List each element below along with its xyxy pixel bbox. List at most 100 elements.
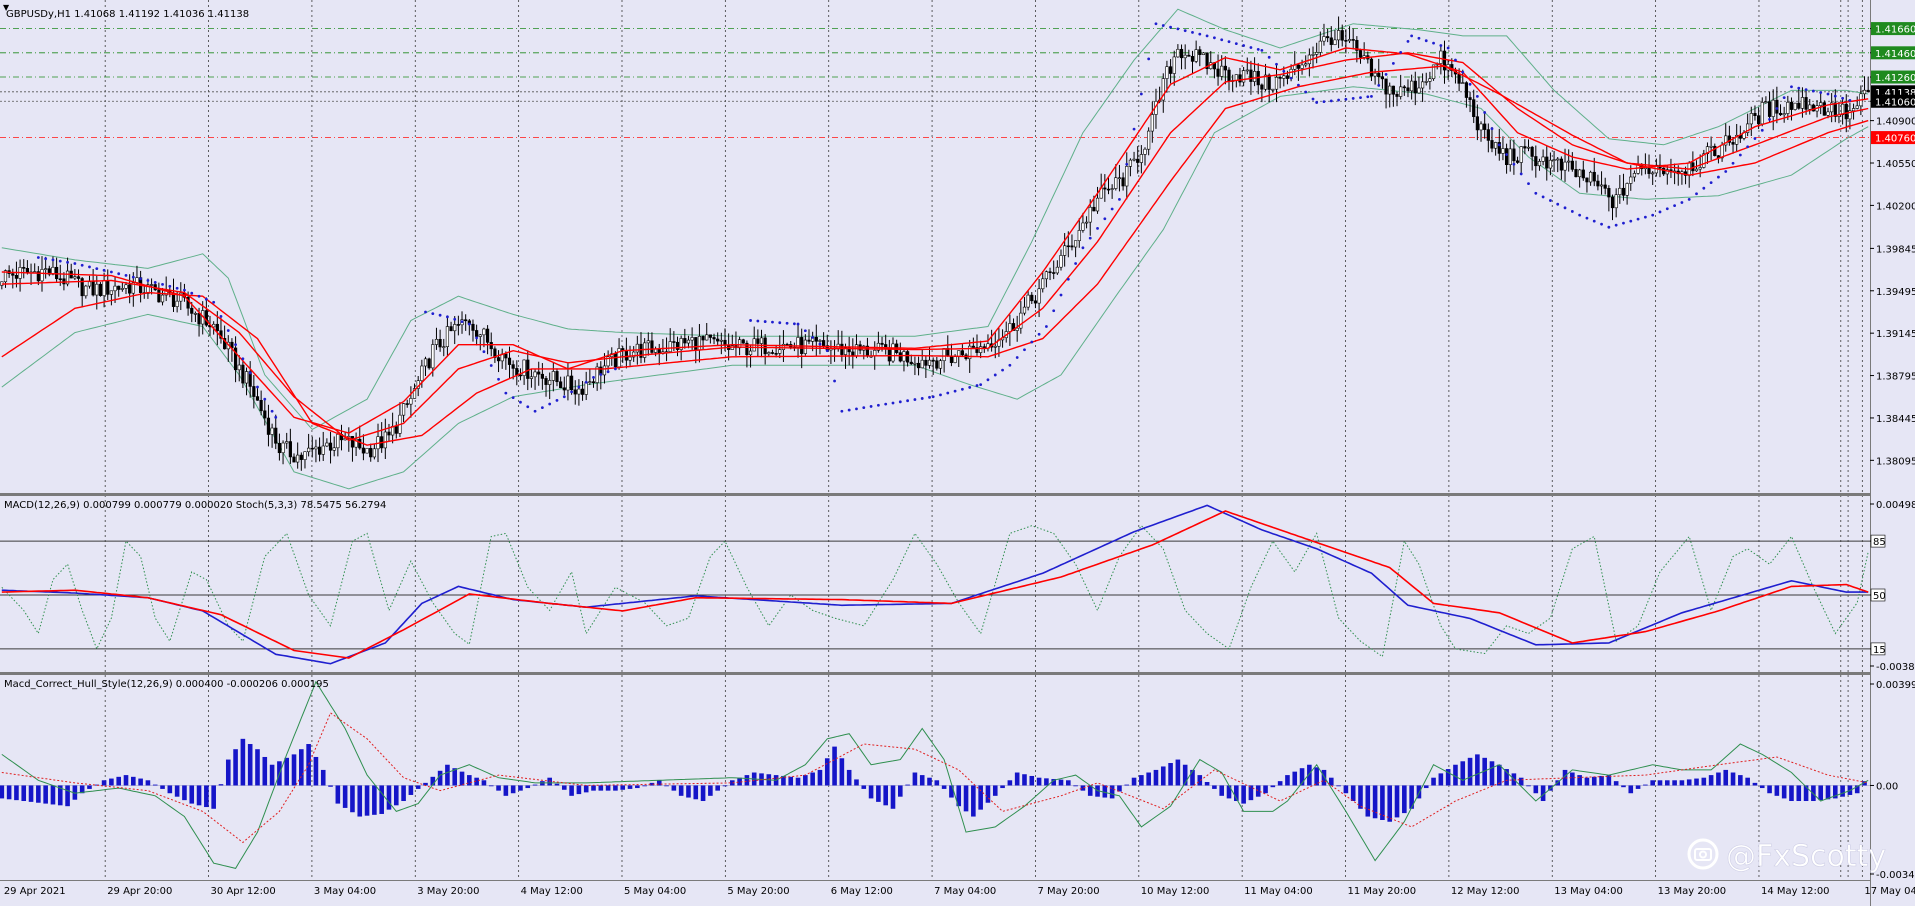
- sar-dot: [526, 405, 530, 409]
- sar-dot: [1724, 170, 1728, 173]
- sar-dot: [1289, 76, 1293, 80]
- sar-dot: [1461, 70, 1465, 74]
- hull-histogram-bar: [1387, 785, 1393, 822]
- hull-histogram-bar: [335, 785, 341, 804]
- price-level-label[interactable]: 1.41060: [1871, 94, 1915, 109]
- sar-dot: [884, 402, 888, 406]
- sar-dot: [577, 385, 581, 389]
- sar-dot: [792, 322, 796, 326]
- sar-dot: [95, 267, 99, 271]
- sar-dot: [1439, 44, 1443, 47]
- hull-title: Macd_Correct_Hull_Style(12,26,9) 0.00040…: [4, 679, 329, 690]
- hull-histogram-bar: [1708, 775, 1714, 786]
- sar-dot: [1811, 89, 1815, 93]
- hull-histogram-bar: [1168, 763, 1173, 786]
- panel-separator-2[interactable]: [0, 672, 1870, 675]
- hull-histogram-bar: [605, 785, 611, 791]
- hull-histogram-bar: [350, 785, 355, 813]
- sar-dot: [1746, 145, 1750, 149]
- sar-dot: [1074, 262, 1078, 265]
- sar-dot: [1848, 98, 1852, 102]
- hull-histogram-bar: [101, 780, 107, 786]
- hull-histogram-bar: [1372, 785, 1378, 819]
- price-level-label[interactable]: 1.40760: [1871, 131, 1915, 145]
- price-level-label[interactable]: 1.41260: [1871, 70, 1915, 85]
- sar-dot: [270, 409, 274, 413]
- candle[interactable]: [1793, 102, 1797, 111]
- hull-histogram-bar: [532, 784, 538, 786]
- sar-dot: [1454, 58, 1457, 62]
- sar-dot: [234, 343, 237, 347]
- hull-histogram-bar: [1029, 775, 1035, 786]
- candle[interactable]: [1822, 100, 1826, 116]
- hull-histogram-bar: [1767, 785, 1772, 794]
- hull-histogram-bar: [1190, 769, 1195, 786]
- price-level-label[interactable]: 1.41460: [1871, 46, 1915, 60]
- time-tick-label: 11 May 04:00: [1244, 886, 1313, 897]
- candle[interactable]: [741, 338, 745, 344]
- time-tick-label: 13 May 20:00: [1658, 886, 1727, 897]
- hull-histogram-bar: [715, 785, 720, 791]
- time-tick-label: 17 May 04:00: [1864, 886, 1915, 897]
- sar-dot: [771, 320, 774, 324]
- sar-dot: [1399, 50, 1403, 54]
- hull-histogram-bar: [620, 785, 626, 790]
- hull-histogram-bar: [1270, 785, 1276, 788]
- sar-dot: [1139, 92, 1143, 96]
- sar-dot: [1359, 96, 1362, 100]
- sar-dot: [1311, 97, 1315, 101]
- sar-dot: [1205, 34, 1209, 38]
- sar-dot: [504, 391, 508, 395]
- hull-histogram-bar: [686, 785, 691, 798]
- hull-histogram-bar: [671, 785, 677, 791]
- sar-dot: [263, 397, 267, 401]
- hull-histogram-bar: [1139, 775, 1144, 786]
- candle[interactable]: [1811, 103, 1815, 112]
- stoch-level-label: 50: [1870, 588, 1886, 602]
- sar-dot: [146, 279, 150, 282]
- price-level-label[interactable]: 1.41660: [1871, 22, 1915, 36]
- sar-dot: [73, 262, 77, 265]
- sar-dot: [968, 386, 972, 389]
- hull-histogram-bar: [525, 785, 531, 789]
- sar-dot: [1052, 309, 1056, 313]
- sar-dot: [1176, 27, 1180, 31]
- hull-histogram-bar: [1621, 785, 1626, 788]
- hull-histogram-bar: [218, 784, 224, 786]
- hull-histogram-bar: [393, 785, 399, 806]
- candle[interactable]: [98, 282, 103, 297]
- sar-dot: [869, 405, 873, 408]
- panel-separator-1[interactable]: [0, 493, 1870, 496]
- sar-dot: [1432, 41, 1435, 45]
- hull-histogram-bar: [401, 785, 406, 802]
- hull-histogram-bar: [927, 777, 932, 786]
- hull-histogram-bar: [379, 785, 384, 814]
- candle[interactable]: [365, 447, 369, 454]
- candle[interactable]: [427, 357, 431, 370]
- hull-histogram-bar: [116, 776, 122, 786]
- hull-histogram-bar: [1489, 761, 1495, 786]
- hull-histogram-bar: [291, 754, 297, 786]
- hull-histogram-bar: [876, 785, 881, 802]
- chart-menu-arrow-icon[interactable]: ▼: [3, 3, 10, 12]
- sar-dot: [1023, 348, 1026, 352]
- sar-dot: [475, 336, 479, 340]
- hull-histogram-bar: [1204, 782, 1210, 786]
- hull-histogram-bar: [1467, 757, 1473, 786]
- hull-histogram-bar: [1716, 772, 1721, 786]
- watermark-text: @FxScotty: [1726, 839, 1886, 874]
- hull-histogram-bar: [613, 785, 618, 791]
- sar-dot: [840, 409, 844, 413]
- hull-histogram-bar: [1212, 785, 1217, 789]
- hull-histogram-bar: [1153, 769, 1159, 786]
- hull-histogram-bar: [357, 785, 363, 817]
- hull-histogram-bar: [247, 744, 253, 786]
- hull-histogram-bar: [138, 778, 143, 786]
- sar-dot: [1015, 356, 1019, 359]
- sar-dot: [431, 312, 435, 315]
- hull-histogram-bar: [627, 785, 633, 789]
- hull-histogram-bar: [1577, 775, 1582, 786]
- hull-histogram-bar: [372, 785, 377, 815]
- sar-dot: [482, 350, 486, 354]
- hull-histogram-bar: [1394, 785, 1400, 818]
